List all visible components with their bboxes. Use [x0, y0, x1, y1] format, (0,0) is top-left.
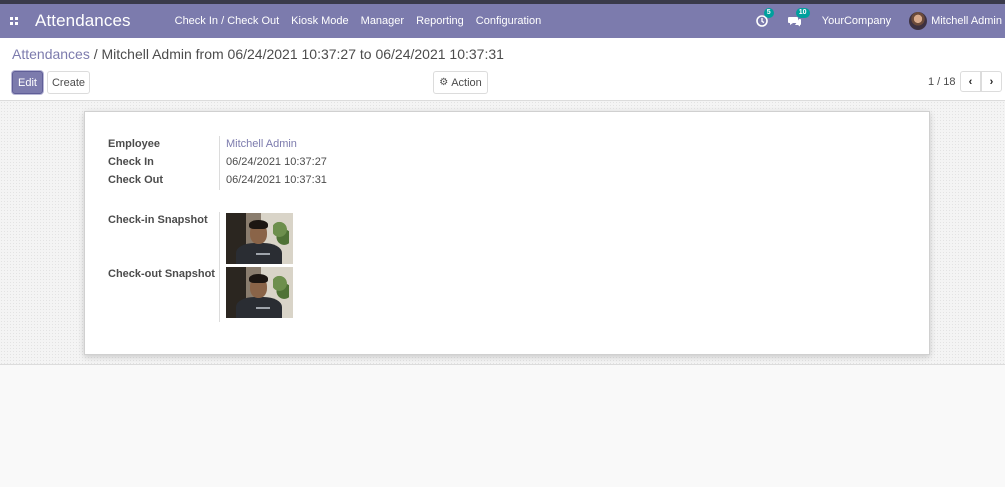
menu-item-kiosk-mode[interactable]: Kiosk Mode	[285, 15, 354, 27]
user-avatar	[909, 12, 928, 30]
form-sheet: Employee Mitchell Admin Check In 06/24/2…	[84, 111, 930, 355]
apps-grid-icon[interactable]	[0, 6, 28, 36]
pager-next-button[interactable]: ›	[981, 71, 1002, 92]
message-count-badge: 10	[795, 8, 810, 18]
check-out-snapshot-label: Check-out Snapshot	[108, 268, 215, 280]
check-out-label: Check Out	[108, 174, 164, 186]
action-label: Action	[451, 76, 482, 89]
app-title[interactable]: Attendances	[35, 11, 131, 31]
employee-value[interactable]: Mitchell Admin	[226, 138, 297, 150]
check-in-label: Check In	[108, 156, 154, 168]
gear-icon: ⚙	[439, 77, 449, 88]
user-menu[interactable]: Mitchell Admin	[909, 12, 1002, 30]
check-in-snapshot-label: Check-in Snapshot	[108, 214, 208, 226]
activity-count-badge: 5	[763, 8, 774, 18]
check-out-value: 06/24/2021 10:37:31	[226, 174, 327, 186]
menu-item-configuration[interactable]: Configuration	[470, 15, 547, 27]
action-button[interactable]: ⚙ Action	[433, 71, 488, 94]
menu-item-check-in-out[interactable]: Check In / Check Out	[169, 15, 286, 27]
user-name: Mitchell Admin	[931, 15, 1002, 27]
breadcrumb: Attendances / Mitchell Admin from 06/24/…	[12, 46, 504, 62]
company-switcher[interactable]: YourCompany	[822, 15, 891, 27]
top-navbar: Attendances Check In / Check Out Kiosk M…	[0, 0, 1005, 38]
main-menu: Check In / Check Out Kiosk Mode Manager …	[169, 15, 548, 27]
edit-button[interactable]: Edit	[12, 71, 43, 94]
check-in-snapshot-image[interactable]	[226, 213, 293, 264]
field-divider	[219, 136, 220, 190]
pager-previous-button[interactable]: ‹	[960, 71, 981, 92]
systray: 5 10 YourCompany Mitchell Admin	[755, 4, 1005, 38]
control-panel: Attendances / Mitchell Admin from 06/24/…	[0, 38, 1005, 101]
chevron-left-icon: ‹	[968, 75, 973, 88]
create-button[interactable]: Create	[47, 71, 90, 94]
pager-value[interactable]: 1 / 18	[928, 76, 956, 88]
check-in-value: 06/24/2021 10:37:27	[226, 156, 327, 168]
breadcrumb-root[interactable]: Attendances	[12, 46, 90, 62]
breadcrumb-separator: /	[93, 46, 98, 62]
check-out-snapshot-image[interactable]	[226, 267, 293, 318]
menu-item-reporting[interactable]: Reporting	[410, 15, 470, 27]
snapshot-divider	[219, 212, 220, 322]
activity-menu[interactable]: 5	[755, 8, 774, 27]
chevron-right-icon: ›	[989, 75, 994, 88]
messaging-menu[interactable]: 10	[787, 8, 810, 27]
menu-item-manager[interactable]: Manager	[355, 15, 410, 27]
employee-label: Employee	[108, 138, 160, 150]
breadcrumb-current: Mitchell Admin from 06/24/2021 10:37:27 …	[101, 46, 504, 62]
form-view: Employee Mitchell Admin Check In 06/24/2…	[0, 101, 1005, 365]
